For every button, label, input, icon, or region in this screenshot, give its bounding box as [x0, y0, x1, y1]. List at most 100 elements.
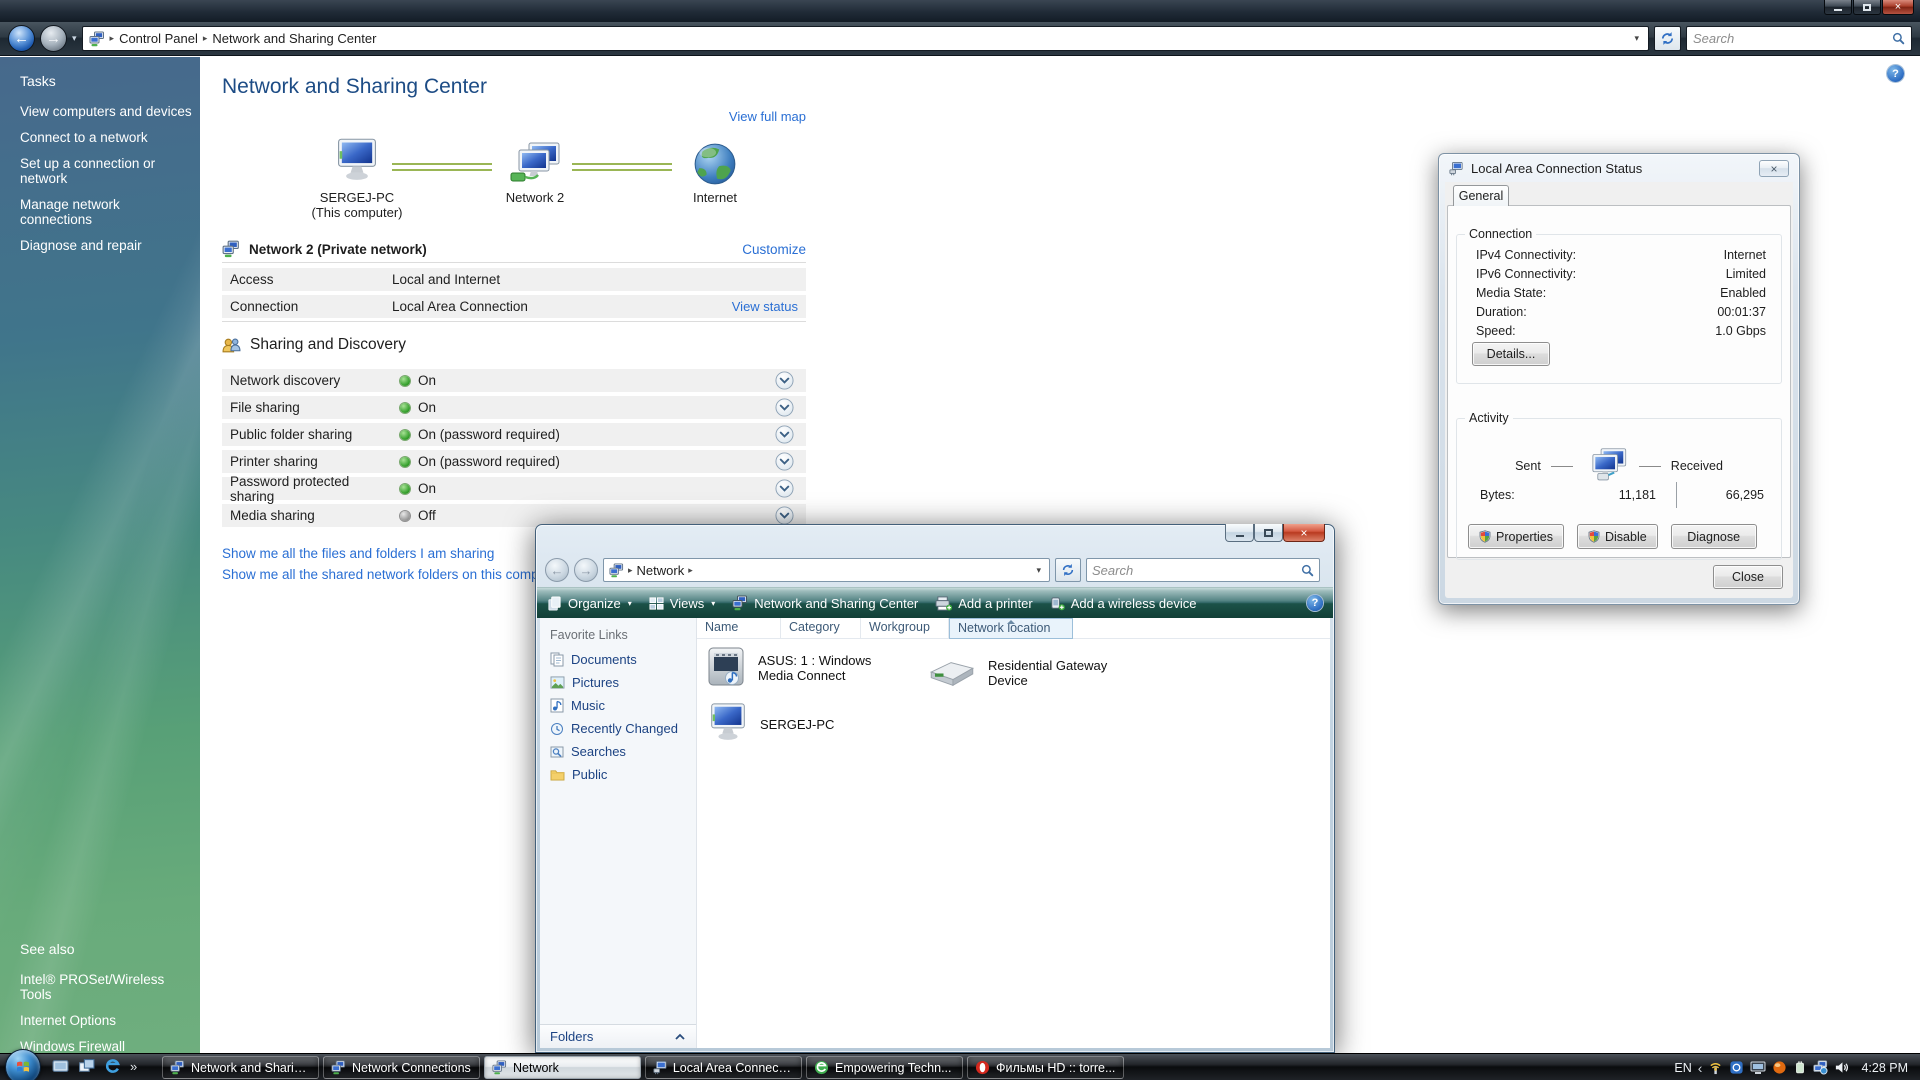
sidebar-item-intel-proset[interactable]: Intel® PROSet/Wireless Tools [20, 972, 192, 1002]
internet-explorer-icon[interactable] [104, 1058, 121, 1075]
network-item-gateway[interactable]: Residential Gateway Device [925, 656, 1148, 690]
view-full-map-link[interactable]: View full map [729, 109, 806, 124]
expand-button[interactable] [775, 506, 794, 525]
help-button[interactable]: ? [1307, 595, 1323, 611]
favorite-searches[interactable]: Searches [540, 740, 696, 763]
view-status-link[interactable]: View status [732, 299, 798, 314]
forward-button[interactable]: → [574, 558, 598, 582]
volume-tray-icon[interactable] [1834, 1060, 1849, 1075]
search-icon [1892, 32, 1905, 45]
network-tray-icon[interactable] [1813, 1060, 1828, 1075]
network-item-asus-media[interactable]: ASUS: 1 : Windows Media Connect [705, 646, 893, 690]
help-button[interactable]: ? [1887, 65, 1904, 82]
diagnose-button[interactable]: Diagnose [1671, 524, 1757, 549]
breadcrumb-network[interactable]: Network [637, 563, 685, 578]
breadcrumb-network-sharing-center[interactable]: Network and Sharing Center [212, 31, 376, 46]
taskbar-button-empowering[interactable]: Empowering Techn... [806, 1056, 963, 1079]
refresh-button[interactable] [1654, 26, 1681, 51]
network-sharing-center-button[interactable]: Network and Sharing Center [732, 595, 918, 611]
taskbar-button-network[interactable]: Network [484, 1056, 641, 1079]
favorite-pictures[interactable]: Pictures [540, 671, 696, 694]
taskbar-button-network-connections[interactable]: Network Connections [323, 1056, 480, 1079]
taskbar-button-films-torrent[interactable]: Фильмы HD :: torre... [967, 1056, 1124, 1079]
address-dropdown-icon[interactable]: ▾ [1631, 33, 1642, 44]
sidebar-item-internet-options[interactable]: Internet Options [20, 1013, 192, 1028]
titlebar[interactable]: × [0, 0, 1920, 22]
language-indicator[interactable]: EN [1674, 1061, 1691, 1075]
dialog-local-area-connection-status[interactable]: Local Area Connection Status × General C… [1438, 153, 1800, 605]
clock[interactable]: 4:28 PM [1861, 1061, 1908, 1075]
organize-button[interactable]: Organize ▾ [547, 596, 632, 611]
add-printer-button[interactable]: Add a printer [935, 596, 1032, 611]
taskbar-button-lac-status[interactable]: Local Area Connecti... [645, 1056, 802, 1079]
expand-button[interactable] [775, 371, 794, 390]
column-header-category[interactable]: Category [781, 618, 861, 639]
sidebar-item-manage-connections[interactable]: Manage network connections [20, 197, 192, 227]
window-network-explorer[interactable]: × ← → ▸ Network ▸ ▾ [535, 524, 1335, 1053]
switch-windows-icon[interactable] [78, 1058, 95, 1075]
expand-button[interactable] [775, 425, 794, 444]
display-tray-icon[interactable] [1750, 1061, 1766, 1075]
column-header-workgroup[interactable]: Workgroup [861, 618, 949, 639]
close-button[interactable]: × [1283, 524, 1325, 542]
address-bar[interactable]: ▸ Control Panel ▸ Network and Sharing Ce… [82, 26, 1649, 51]
dialog-titlebar[interactable]: Local Area Connection Status [1439, 154, 1799, 182]
search-input[interactable] [1092, 563, 1297, 578]
sidebar-item-diagnose-repair[interactable]: Diagnose and repair [20, 238, 192, 253]
map-node-internet[interactable]: Internet [655, 129, 775, 205]
address-dropdown-icon[interactable]: ▾ [1033, 565, 1044, 576]
sidebar-item-setup-connection[interactable]: Set up a connection or network [20, 156, 192, 186]
sidebar-item-windows-firewall[interactable]: Windows Firewall [20, 1039, 192, 1053]
network-item-sergej-pc[interactable]: SERGEJ-PC [705, 702, 834, 746]
refresh-button[interactable] [1055, 558, 1081, 582]
address-bar[interactable]: ▸ Network ▸ ▾ [603, 558, 1050, 582]
favorite-public[interactable]: Public [540, 763, 696, 786]
column-header-name[interactable]: Name [697, 618, 781, 639]
folders-bar[interactable]: Folders [540, 1024, 696, 1048]
sharing-row-label: Password protected sharing [222, 474, 392, 504]
intel-tray-icon[interactable] [1729, 1060, 1744, 1075]
sidebar-item-view-computers[interactable]: View computers and devices [20, 104, 192, 119]
add-wireless-device-button[interactable]: Add a wireless device [1050, 596, 1197, 611]
maximize-button[interactable] [1853, 0, 1881, 15]
tray-collapse-icon[interactable]: ‹ [1698, 1060, 1703, 1076]
recent-pages-dropdown[interactable]: ▾ [72, 33, 77, 44]
search-input[interactable] [1693, 31, 1892, 46]
customize-link[interactable]: Customize [742, 242, 806, 257]
taskbar-button-network-sharing[interactable]: Network and Sharin... [162, 1056, 319, 1079]
wireless-tray-icon[interactable] [1708, 1060, 1723, 1075]
expand-button[interactable] [775, 452, 794, 471]
sidebar-item-connect-network[interactable]: Connect to a network [20, 130, 192, 145]
show-desktop-icon[interactable] [52, 1058, 69, 1075]
expand-button[interactable] [775, 479, 794, 498]
disable-button[interactable]: Disable [1577, 524, 1658, 549]
orange-orb-tray-icon[interactable] [1772, 1060, 1787, 1075]
show-shared-folders-link[interactable]: Show me all the shared network folders o… [222, 567, 562, 582]
views-button[interactable]: Views ▾ [649, 596, 715, 611]
start-button[interactable] [5, 1049, 41, 1080]
minimize-button[interactable] [1824, 0, 1852, 15]
breadcrumb-control-panel[interactable]: Control Panel [119, 31, 198, 46]
favorite-documents[interactable]: Documents [540, 648, 696, 671]
forward-button[interactable]: → [40, 25, 67, 52]
back-button[interactable]: ← [545, 558, 569, 582]
search-box[interactable] [1686, 26, 1912, 51]
close-dialog-button[interactable]: Close [1713, 565, 1783, 589]
quick-launch-overflow[interactable]: » [130, 1059, 137, 1074]
back-button[interactable]: ← [8, 25, 35, 52]
close-button[interactable]: × [1882, 0, 1914, 15]
favorite-music[interactable]: Music [540, 694, 696, 717]
map-node-this-computer[interactable]: SERGEJ-PC (This computer) [297, 129, 417, 220]
search-box[interactable] [1086, 558, 1320, 582]
properties-button[interactable]: Properties [1468, 524, 1564, 549]
power-tray-icon[interactable] [1793, 1060, 1807, 1075]
show-shared-files-link[interactable]: Show me all the files and folders I am s… [222, 546, 494, 561]
expand-button[interactable] [775, 398, 794, 417]
favorite-recently-changed[interactable]: Recently Changed [540, 717, 696, 740]
details-button[interactable]: Details... [1472, 342, 1550, 366]
close-button[interactable]: × [1759, 160, 1789, 177]
column-header-network-location[interactable]: Network location [949, 618, 1073, 639]
tab-general[interactable]: General [1453, 185, 1509, 206]
maximize-button[interactable] [1254, 524, 1283, 542]
minimize-button[interactable] [1225, 524, 1254, 542]
